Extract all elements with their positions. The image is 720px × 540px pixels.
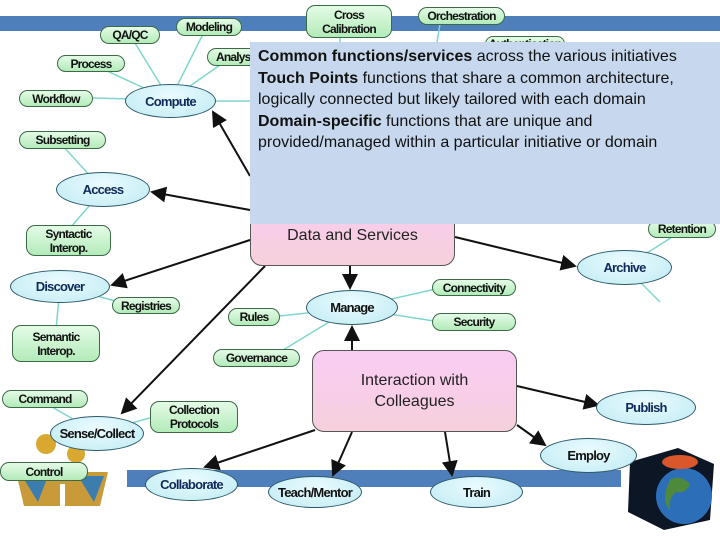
arrow-to-access xyxy=(150,186,251,211)
node-discover: Discover xyxy=(10,270,110,303)
arrow-to-teach xyxy=(331,431,353,477)
tag-collection-protocols: Collection Protocols xyxy=(150,401,238,433)
hub-interaction: Interaction with Colleagues xyxy=(312,350,517,432)
tag-workflow: Workflow xyxy=(19,90,93,107)
callout-common: Common functions/services across the var… xyxy=(258,46,712,68)
legend-callout: Common functions/services across the var… xyxy=(250,42,720,224)
tag-process: Process xyxy=(57,55,125,72)
tag-control: Control xyxy=(0,462,88,481)
node-publish: Publish xyxy=(596,390,696,425)
callout-common-term: Common functions/services xyxy=(258,48,473,65)
arrow-to-sense-collect xyxy=(120,265,266,415)
hub-interaction-label: Interaction with Colleagues xyxy=(360,372,469,410)
node-archive: Archive xyxy=(577,250,672,285)
tag-governance: Governance xyxy=(213,349,300,367)
arrow-to-train xyxy=(441,431,458,477)
tag-syntactic-interop: Syntactic Interop. xyxy=(26,225,111,256)
tag-registries: Registries xyxy=(112,297,180,314)
node-compute: Compute xyxy=(125,84,216,118)
node-access: Access xyxy=(56,172,150,207)
arrow-to-publish xyxy=(516,385,600,410)
callout-common-text: across the various initiatives xyxy=(472,48,677,65)
arrow-to-archive xyxy=(454,236,577,271)
callout-touch-points: Touch Points functions that share a comm… xyxy=(258,68,712,111)
tag-security: Security xyxy=(432,313,516,331)
tag-connectivity: Connectivity xyxy=(432,279,516,296)
hub-data-services-label: Data and Services xyxy=(287,227,418,244)
node-collaborate: Collaborate xyxy=(145,468,238,501)
arrow-to-compute xyxy=(211,110,251,177)
node-teach-mentor: Teach/Mentor xyxy=(268,476,362,508)
tag-subsetting: Subsetting xyxy=(19,131,106,149)
arrow-to-discover xyxy=(110,239,251,289)
tag-cross-calibration: Cross Calibration xyxy=(306,5,392,38)
earth-cube-image xyxy=(624,440,716,532)
node-manage: Manage xyxy=(306,290,398,325)
tag-modeling: Modeling xyxy=(176,18,242,36)
callout-domain-term: Domain-specific xyxy=(258,112,382,130)
tag-qaqc: QA/QC xyxy=(100,26,160,44)
tag-orchestration: Orchestration xyxy=(418,7,505,25)
arrow-to-collaborate xyxy=(203,429,316,471)
tag-command: Command xyxy=(2,390,88,408)
node-train: Train xyxy=(430,476,523,508)
tag-rules: Rules xyxy=(228,308,280,326)
tag-semantic-interop: Semantic Interop. xyxy=(12,325,100,362)
node-sense-collect: Sense/Collect xyxy=(50,416,144,451)
callout-domain-specific: Domain-specific functions that are uniqu… xyxy=(258,111,712,154)
arrow-to-employ xyxy=(516,424,547,447)
node-employ: Employ xyxy=(540,438,637,473)
callout-touch-term: Touch Points xyxy=(258,69,359,87)
